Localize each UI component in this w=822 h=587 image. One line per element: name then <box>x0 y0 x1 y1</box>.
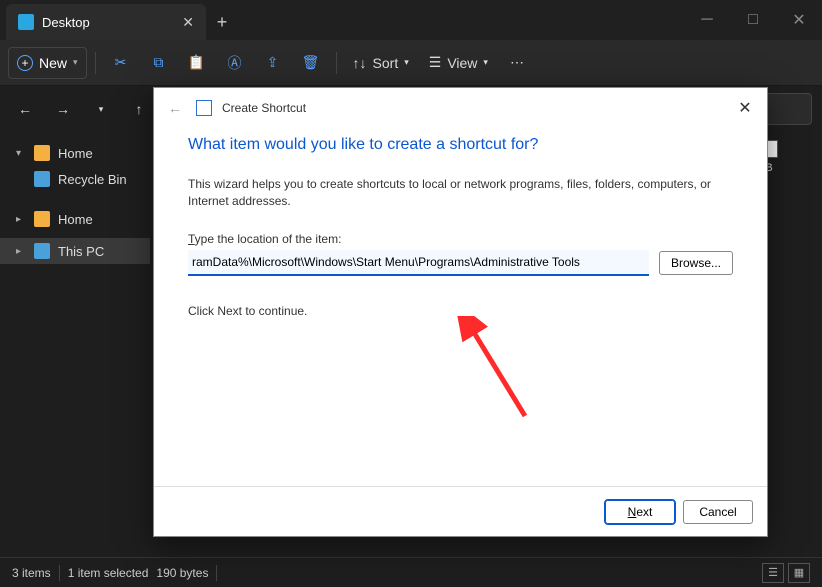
view-icon: ☰ <box>429 54 442 71</box>
view-toggle: ☰ ▦ <box>762 563 810 583</box>
next-button[interactable]: Next <box>605 500 675 524</box>
forward-button[interactable]: → <box>48 94 78 124</box>
home-icon <box>34 211 50 227</box>
continue-hint: Click Next to continue. <box>188 304 733 318</box>
separator <box>336 52 337 74</box>
monitor-icon <box>34 243 50 259</box>
desktop-icon <box>18 14 34 30</box>
recent-button[interactable]: ▾ <box>86 94 116 124</box>
up-button[interactable]: ↑ <box>124 94 154 124</box>
back-button[interactable]: ← <box>10 94 40 124</box>
separator <box>95 52 96 74</box>
sidebar-item-recycle-bin[interactable]: Recycle Bin <box>0 166 150 192</box>
sidebar-label: This PC <box>58 244 104 259</box>
close-button[interactable]: ✕ <box>776 0 822 40</box>
separator <box>216 565 217 581</box>
sidebar-label: Recycle Bin <box>58 172 127 187</box>
delete-button[interactable]: 🗑 <box>294 47 328 79</box>
copy-button[interactable]: ⧉ <box>142 47 176 79</box>
dialog-description: This wizard helps you to create shortcut… <box>188 176 733 210</box>
tab-title: Desktop <box>42 15 90 30</box>
cancel-button[interactable]: Cancel <box>683 500 753 524</box>
new-button[interactable]: + New ▾ <box>8 47 87 79</box>
dialog-body: What item would you like to create a sho… <box>154 128 767 486</box>
rename-button[interactable]: Ⓐ <box>218 47 252 79</box>
create-shortcut-dialog: ✕ ← Create Shortcut What item would you … <box>153 87 768 537</box>
sidebar-item-this-pc[interactable]: ▸ This PC <box>0 238 150 264</box>
share-icon: ⇪ <box>267 54 279 71</box>
location-input[interactable] <box>188 250 649 276</box>
dialog-heading: What item would you like to create a sho… <box>188 136 733 154</box>
trash-icon: 🗑 <box>302 54 320 71</box>
more-icon: ⋯ <box>510 54 524 71</box>
sort-button[interactable]: ↑↓ Sort ▾ <box>345 47 417 79</box>
view-button[interactable]: ☰ View ▾ <box>421 47 496 79</box>
dialog-close-button[interactable]: ✕ <box>731 94 759 122</box>
tab-desktop[interactable]: Desktop ✕ <box>6 4 206 40</box>
chevron-right-icon: ▸ <box>16 214 26 225</box>
home-icon <box>34 145 50 161</box>
window-controls: ─ □ ✕ <box>684 0 822 40</box>
sidebar-label: Home <box>58 146 93 161</box>
minimize-button[interactable]: ─ <box>684 0 730 40</box>
new-label: New <box>39 55 67 71</box>
sidebar: ▾ Home Recycle Bin ▸ Home ▸ This PC <box>0 132 150 557</box>
shortcut-icon <box>196 100 212 116</box>
status-selection: 1 item selected <box>68 566 149 580</box>
chevron-down-icon: ▾ <box>16 148 26 159</box>
statusbar: 3 items 1 item selected 190 bytes ☰ ▦ <box>0 557 822 587</box>
more-button[interactable]: ⋯ <box>500 47 534 79</box>
maximize-button[interactable]: □ <box>730 0 776 40</box>
sidebar-label: Home <box>58 212 93 227</box>
sort-icon: ↑↓ <box>353 55 367 71</box>
icons-view-button[interactable]: ▦ <box>788 563 810 583</box>
paste-icon: 📋 <box>188 54 205 71</box>
cut-icon: ✂ <box>115 54 127 71</box>
close-tab-icon[interactable]: ✕ <box>182 14 194 31</box>
dialog-header: ← Create Shortcut <box>154 88 767 128</box>
chevron-right-icon: ▸ <box>16 246 26 257</box>
view-label: View <box>447 55 477 71</box>
dialog-back-button[interactable]: ← <box>164 100 186 116</box>
share-button[interactable]: ⇪ <box>256 47 290 79</box>
status-item-count: 3 items <box>12 566 51 580</box>
location-label: Type the location of the item: <box>188 232 733 246</box>
titlebar: Desktop ✕ + ─ □ ✕ <box>0 0 822 40</box>
recycle-bin-icon <box>34 171 50 187</box>
sidebar-item-home[interactable]: ▸ Home <box>0 206 150 232</box>
rename-icon: Ⓐ <box>228 53 242 73</box>
chevron-down-icon: ▾ <box>483 57 488 68</box>
copy-icon: ⧉ <box>154 54 164 71</box>
chevron-down-icon: ▾ <box>73 57 78 68</box>
toolbar: + New ▾ ✂ ⧉ 📋 Ⓐ ⇪ 🗑 ↑↓ Sort ▾ ☰ View ▾ ⋯ <box>0 40 822 86</box>
dialog-footer: Next Cancel <box>154 486 767 536</box>
new-tab-button[interactable]: + <box>206 4 238 40</box>
plus-icon: + <box>17 55 33 71</box>
sidebar-item-home-top[interactable]: ▾ Home <box>0 140 150 166</box>
chevron-down-icon: ▾ <box>404 57 409 68</box>
browse-button[interactable]: Browse... <box>659 251 733 275</box>
details-view-button[interactable]: ☰ <box>762 563 784 583</box>
sort-label: Sort <box>373 55 399 71</box>
cut-button[interactable]: ✂ <box>104 47 138 79</box>
paste-button[interactable]: 📋 <box>180 47 214 79</box>
status-size: 190 bytes <box>156 566 208 580</box>
separator <box>59 565 60 581</box>
dialog-title: Create Shortcut <box>222 101 306 115</box>
